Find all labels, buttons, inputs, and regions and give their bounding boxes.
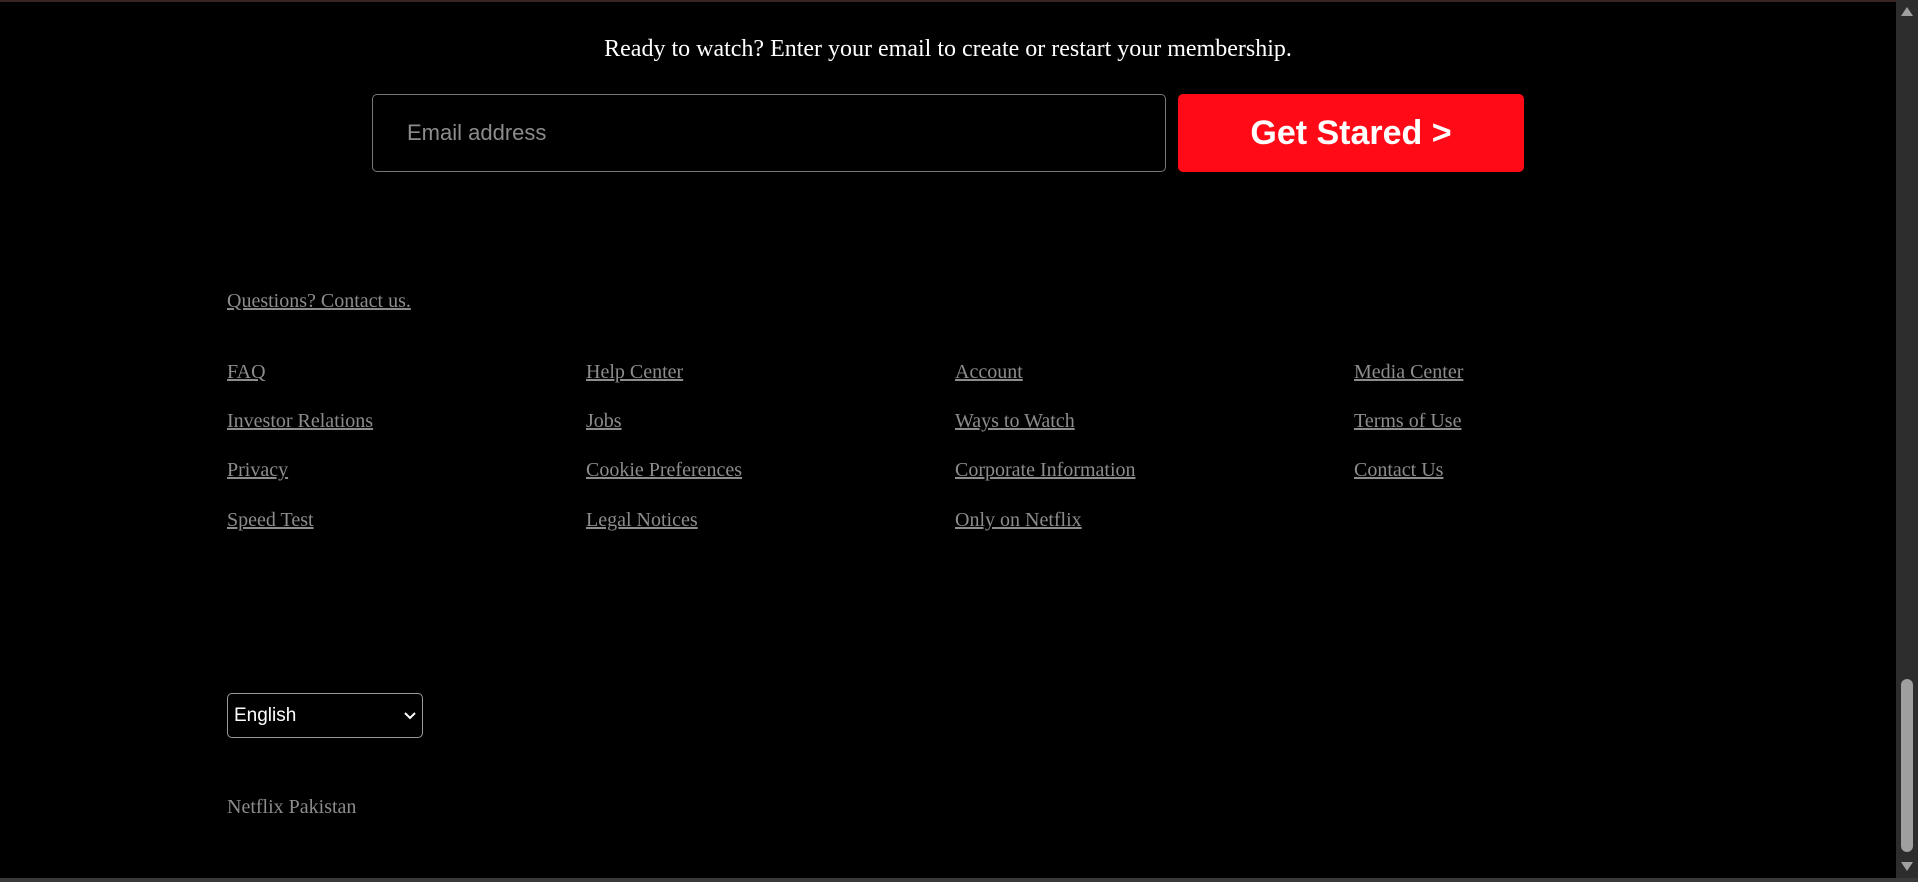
email-input[interactable]	[372, 94, 1166, 172]
footer-link-terms-of-use[interactable]: Terms of Use	[1354, 410, 1461, 433]
top-border	[0, 0, 1896, 2]
signup-heading: Ready to watch? Enter your email to crea…	[604, 36, 1292, 62]
scroll-down-arrow-icon[interactable]	[1901, 862, 1913, 871]
footer-link-investor-relations[interactable]: Investor Relations	[227, 410, 373, 433]
footer-link-legal-notices[interactable]: Legal Notices	[586, 509, 698, 532]
footer-link-account[interactable]: Account	[955, 361, 1023, 384]
contact-us-link[interactable]: Questions? Contact us.	[227, 290, 411, 313]
footer-link-jobs[interactable]: Jobs	[586, 410, 622, 433]
country-label: Netflix Pakistan	[227, 796, 357, 818]
language-select[interactable]: English	[227, 693, 423, 738]
footer-link-media-center[interactable]: Media Center	[1354, 361, 1463, 384]
footer-link-cookie-preferences[interactable]: Cookie Preferences	[586, 459, 742, 482]
footer-link-ways-to-watch[interactable]: Ways to Watch	[955, 410, 1075, 433]
footer-link-help-center[interactable]: Help Center	[586, 361, 683, 384]
scrollbar-thumb[interactable]	[1901, 679, 1913, 852]
footer-link-contact-us[interactable]: Contact Us	[1354, 459, 1443, 482]
language-selected: English	[234, 704, 297, 726]
footer-link-privacy[interactable]: Privacy	[227, 459, 288, 482]
get-started-button[interactable]: Get Stared >	[1178, 94, 1524, 172]
bottom-border	[0, 878, 1918, 882]
footer-link-speed-test[interactable]: Speed Test	[227, 509, 314, 532]
footer-link-only-on-netflix[interactable]: Only on Netflix	[955, 509, 1082, 532]
footer-link-corporate-information[interactable]: Corporate Information	[955, 459, 1136, 482]
scroll-up-arrow-icon[interactable]	[1901, 7, 1913, 16]
chevron-down-icon	[404, 711, 416, 719]
scrollbar[interactable]	[1896, 0, 1918, 878]
footer-link-faq[interactable]: FAQ	[227, 361, 266, 384]
